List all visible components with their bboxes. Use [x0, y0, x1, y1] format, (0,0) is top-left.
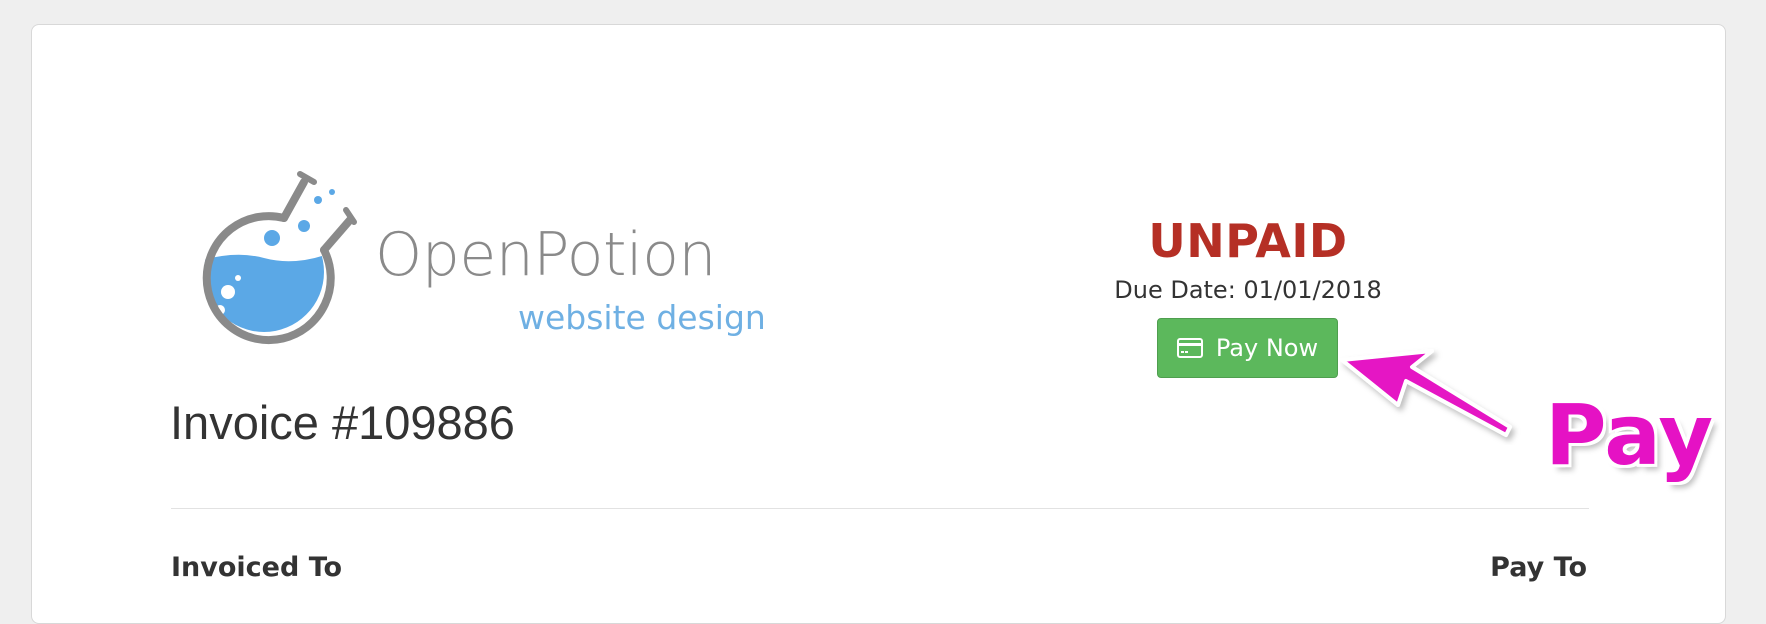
- section-divider: [171, 508, 1589, 509]
- pay-to-heading: Pay To: [1490, 552, 1587, 583]
- pay-now-button[interactable]: Pay Now: [1157, 318, 1338, 378]
- status-badge: UNPAID: [1148, 214, 1348, 268]
- logo-tagline: website design: [518, 298, 766, 337]
- invoiced-to-heading: Invoiced To: [171, 552, 343, 583]
- invoice-title: Invoice #109886: [170, 396, 515, 449]
- credit-card-icon: [1176, 338, 1203, 358]
- company-logo: OpenPotion website design: [174, 170, 774, 360]
- payment-status-block: UNPAID Due Date: 01/01/2018: [1085, 212, 1411, 307]
- due-date: Due Date: 01/01/2018: [1114, 276, 1382, 304]
- flask-icon: [202, 171, 357, 345]
- pay-now-label: Pay Now: [1215, 334, 1319, 362]
- logo-wordmark: OpenPotion: [375, 220, 716, 290]
- pay-annotation-label: Pay: [1545, 386, 1714, 484]
- arrow-pointer-icon: [1340, 349, 1512, 437]
